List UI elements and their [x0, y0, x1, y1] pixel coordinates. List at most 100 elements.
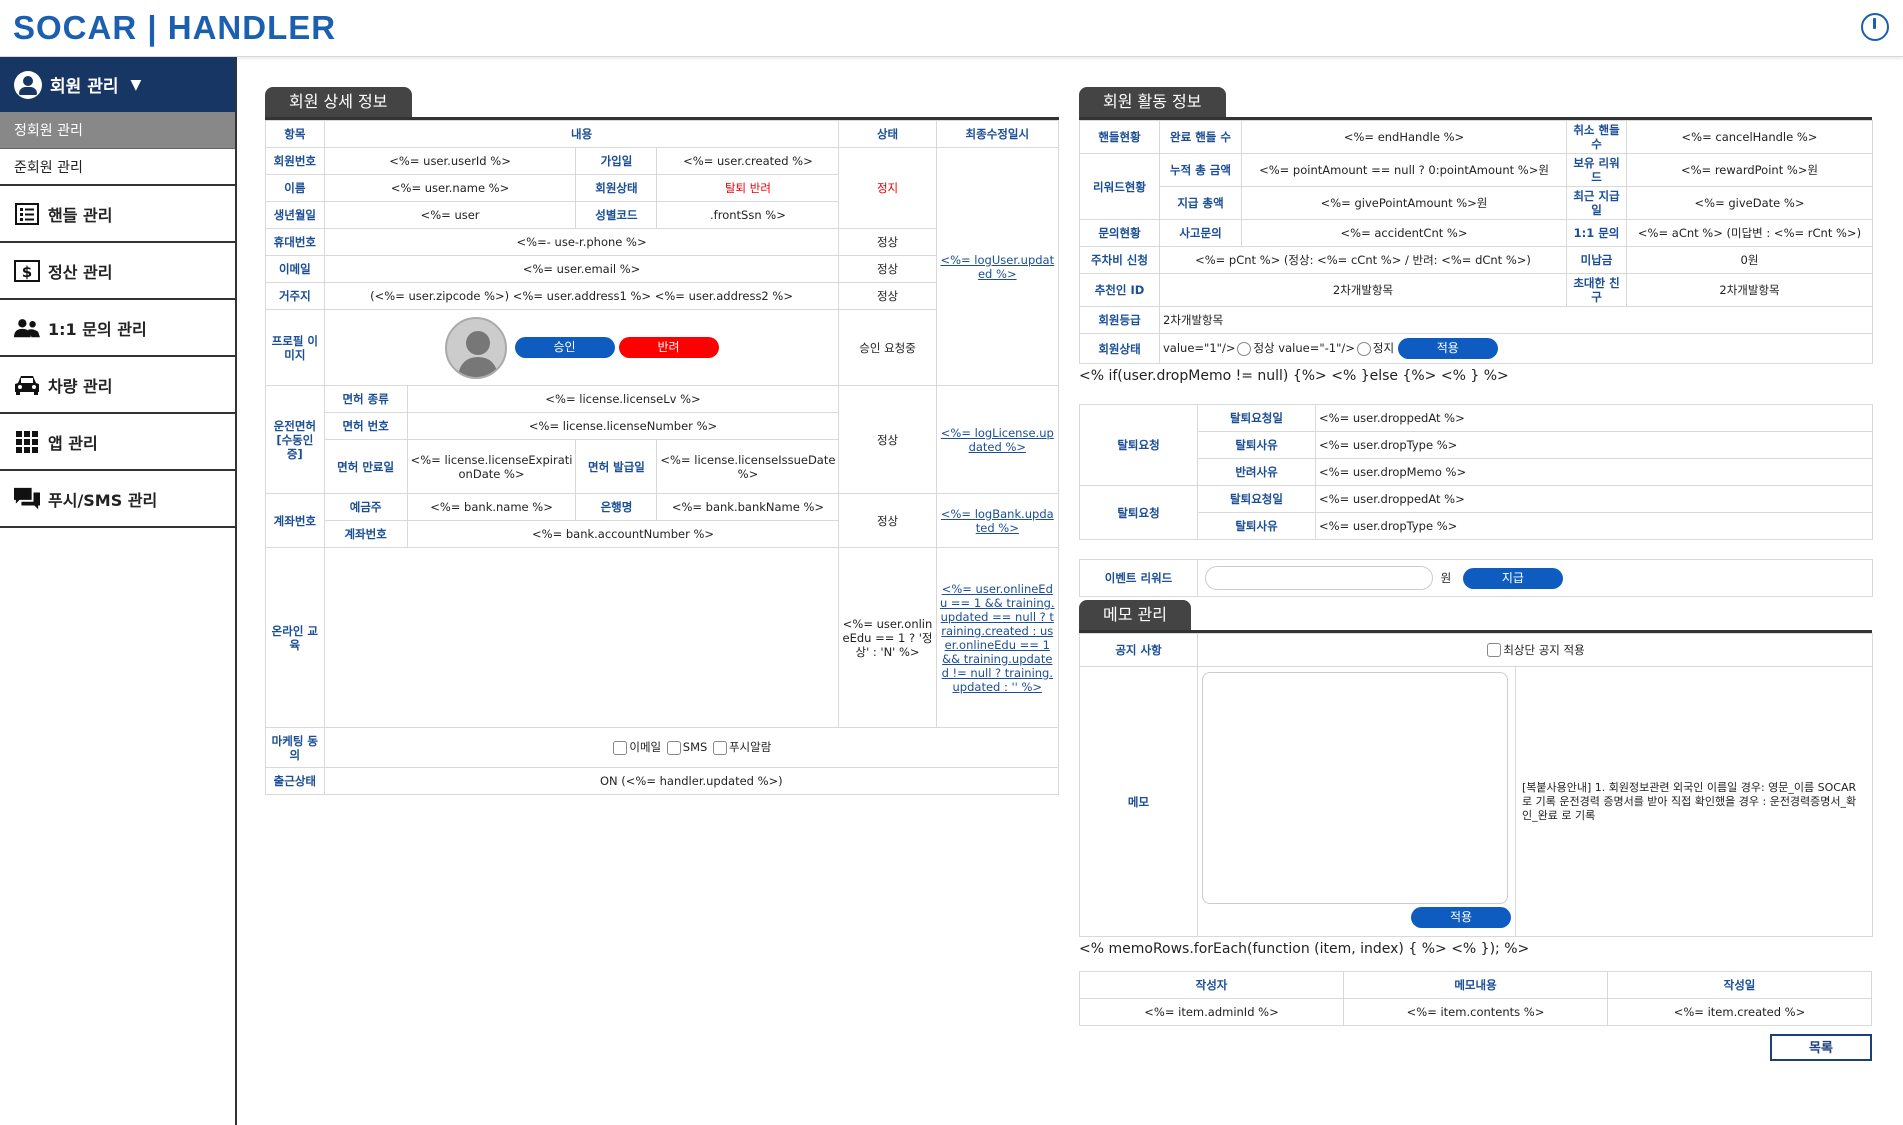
row-label: 리워드현황 [1079, 153, 1160, 220]
sidebar-item-regular-members[interactable]: 정회원 관리 [0, 112, 235, 149]
log-license-link[interactable]: <%= logLicense.updated %> [941, 426, 1054, 454]
table-row: 탈퇴요청 탈퇴요청일 <%= user.droppedAt %> [1079, 404, 1873, 486]
sidebar-item-inquiry[interactable]: 1:1 문의 관리 [0, 300, 235, 357]
table-row: 온라인 교육 <%= user.onlineEdu == 1 ? '정상' : … [265, 547, 1060, 728]
row-label: 탈퇴요청일 [1197, 485, 1316, 513]
cell-value: <%= user.droppedAt %> [1315, 404, 1873, 432]
sidebar-label: 1:1 문의 관리 [48, 319, 147, 339]
row-label: 반려사유 [1197, 458, 1316, 486]
checkbox-label: 최상단 공지 적용 [1503, 642, 1585, 657]
cell-value: <%= user.dropMemo %> [1315, 458, 1873, 486]
cell-value: <%= item.adminId %> [1079, 998, 1344, 1026]
row-label: 지급 총액 [1159, 186, 1242, 220]
cell-value: <%=- use-r.phone %> [323, 228, 840, 256]
sidebar-item-push-sms[interactable]: 푸시/SMS 관리 [0, 471, 235, 528]
col-header: 메모내용 [1343, 971, 1608, 999]
cell-value: <%= license.licenseLv %> [406, 385, 840, 413]
event-reward-table: 이벤트 리워드 원 지급 [1079, 559, 1873, 597]
cell-value: (<%= user.zipcode %>) <%= user.address1 … [323, 282, 840, 310]
table-row: 추천인 ID 2차개발항목 초대한 친구 2차개발항목 [1079, 273, 1873, 307]
push-checkbox[interactable] [712, 740, 727, 755]
row-label: 프로필 이미지 [265, 309, 325, 386]
col-header: 항목 [265, 120, 325, 148]
profile-cell: 승인 반려 [323, 309, 840, 386]
log-user-link[interactable]: <%= logUser.updated %> [940, 253, 1054, 281]
list-button[interactable]: 목록 [1770, 1034, 1872, 1061]
row-label: 보유 리워드 [1566, 153, 1627, 187]
sidebar-item-associate-members[interactable]: 준회원 관리 [0, 149, 235, 186]
logo[interactable]: SOCAR | HANDLER [13, 9, 336, 47]
row-label: 면허 발급일 [575, 439, 658, 494]
sms-checkbox[interactable] [666, 740, 681, 755]
table-row: 계좌번호 예금주 <%= bank.name %> 은행명 <%= bank.b… [265, 493, 1060, 548]
normal-radio[interactable] [1237, 341, 1252, 356]
cell-value: <%= pCnt %> (정상: <%= cCnt %> / 반려: <%= d… [1159, 246, 1567, 274]
updated-cell: <%= user.onlineEdu == 1 && training.upda… [935, 547, 1060, 728]
member-activity-title: 회원 활동 정보 [1079, 87, 1226, 117]
email-checkbox[interactable] [613, 740, 628, 755]
col-header: 작성일 [1607, 971, 1872, 999]
cell-value: <%= user.userId %> [323, 147, 577, 175]
event-reward-input[interactable] [1205, 566, 1433, 590]
apply-state-button[interactable]: 적용 [1397, 338, 1498, 359]
sidebar-item-vehicle[interactable]: 차량 관리 [0, 357, 235, 414]
row-label: 공지 사항 [1079, 633, 1198, 667]
top-bar: SOCAR | HANDLER [0, 0, 1903, 57]
updated-cell: <%= logUser.updated %> [935, 147, 1060, 386]
sidebar-item-handle[interactable]: 핸들 관리 [0, 186, 235, 243]
table-row: 탈퇴사유 <%= user.dropType %> [1080, 512, 1873, 540]
memo-textarea[interactable] [1202, 672, 1508, 904]
stop-radio[interactable] [1356, 341, 1371, 356]
cell-value: value="-1"/> [1278, 341, 1355, 355]
reject-button[interactable]: 반려 [618, 337, 719, 358]
approve-button[interactable]: 승인 [514, 337, 615, 358]
power-icon[interactable] [1861, 13, 1889, 41]
row-label: 면허 만료일 [323, 439, 408, 494]
cell-value: <%= givePointAmount %>원 [1241, 186, 1567, 220]
online-updated-link[interactable]: <%= user.onlineEdu == 1 && training.upda… [940, 582, 1055, 694]
row-label: 탈퇴요청 [1079, 404, 1198, 486]
table-row: 공지 사항 최상단 공지 적용 [1079, 633, 1873, 667]
checkbox-label: 이메일 [629, 740, 662, 755]
sidebar-member-menu[interactable]: 회원 관리 ▼ [0, 57, 235, 112]
row-label: 회원상태 [1079, 333, 1160, 364]
template-text: <% if(user.dropMemo != null) {%> <% }els… [1079, 368, 1509, 384]
checkbox-label: SMS [682, 740, 708, 755]
cell-value: <%= aCnt %> (미답변 : <%= rCnt %>) [1626, 219, 1873, 247]
sidebar-label: 차량 관리 [48, 376, 113, 396]
give-button[interactable]: 지급 [1462, 567, 1563, 589]
member-detail-panel: 회원 상세 정보 항목 내용 상태 최종수정일시 회원번호 <%= user.u… [265, 87, 1060, 795]
row-label: 휴대번호 [265, 228, 325, 256]
table-header: 작성자 메모내용 작성일 [1079, 971, 1872, 999]
cell-value: .frontSsn %> [656, 201, 840, 229]
sidebar-item-settlement[interactable]: $ 정산 관리 [0, 243, 235, 300]
cell-value: <%= accidentCnt %> [1241, 219, 1567, 247]
state-cell: value="1"/> 정상 value="-1"/> 정지 적용 [1159, 333, 1873, 364]
notice-cell: 최상단 공지 적용 [1197, 633, 1873, 667]
car-icon [14, 373, 40, 397]
row-label: 이벤트 리워드 [1079, 559, 1198, 597]
row-label: 생년월일 [265, 201, 325, 229]
col-header: 내용 [323, 120, 840, 148]
row-label: 거주지 [265, 282, 325, 310]
row-label: 회원상태 [575, 174, 658, 202]
cell-value: <%= user.created %> [656, 147, 840, 175]
log-bank-link[interactable]: <%= logBank.updated %> [941, 507, 1054, 535]
cell-value: <%= bank.name %> [406, 493, 577, 521]
row-label: 사고문의 [1159, 219, 1242, 247]
row-label: 누적 총 금액 [1159, 153, 1242, 187]
row-label: 탈퇴요청일 [1197, 404, 1316, 432]
memo-apply-button[interactable]: 적용 [1411, 907, 1511, 928]
status-value: 정상 [838, 255, 937, 283]
row-label: 추천인 ID [1079, 273, 1160, 307]
table-row: 메모 적용 [복붙사용안내] 1. 회원정보관련 외국인 이름일 경우: 영문_… [1079, 666, 1873, 937]
status-value: 정지 [838, 147, 937, 229]
col-header: 최종수정일시 [935, 120, 1060, 148]
sidebar-item-app[interactable]: 앱 관리 [0, 414, 235, 471]
memo-list-table: 작성자 메모내용 작성일 <%= item.adminId %> <%= ite… [1079, 971, 1872, 1026]
top-notice-checkbox[interactable] [1487, 643, 1502, 658]
marketing-cell: 이메일 SMS 푸시알람 [323, 727, 1060, 768]
row-label: 취소 핸들 수 [1566, 120, 1627, 154]
table-row: 회원번호 <%= user.userId %> 가입일 <%= user.cre… [265, 147, 1060, 386]
memo-guide: [복붙사용안내] 1. 회원정보관련 외국인 이름일 경우: 영문_이름 SOC… [1515, 666, 1873, 937]
